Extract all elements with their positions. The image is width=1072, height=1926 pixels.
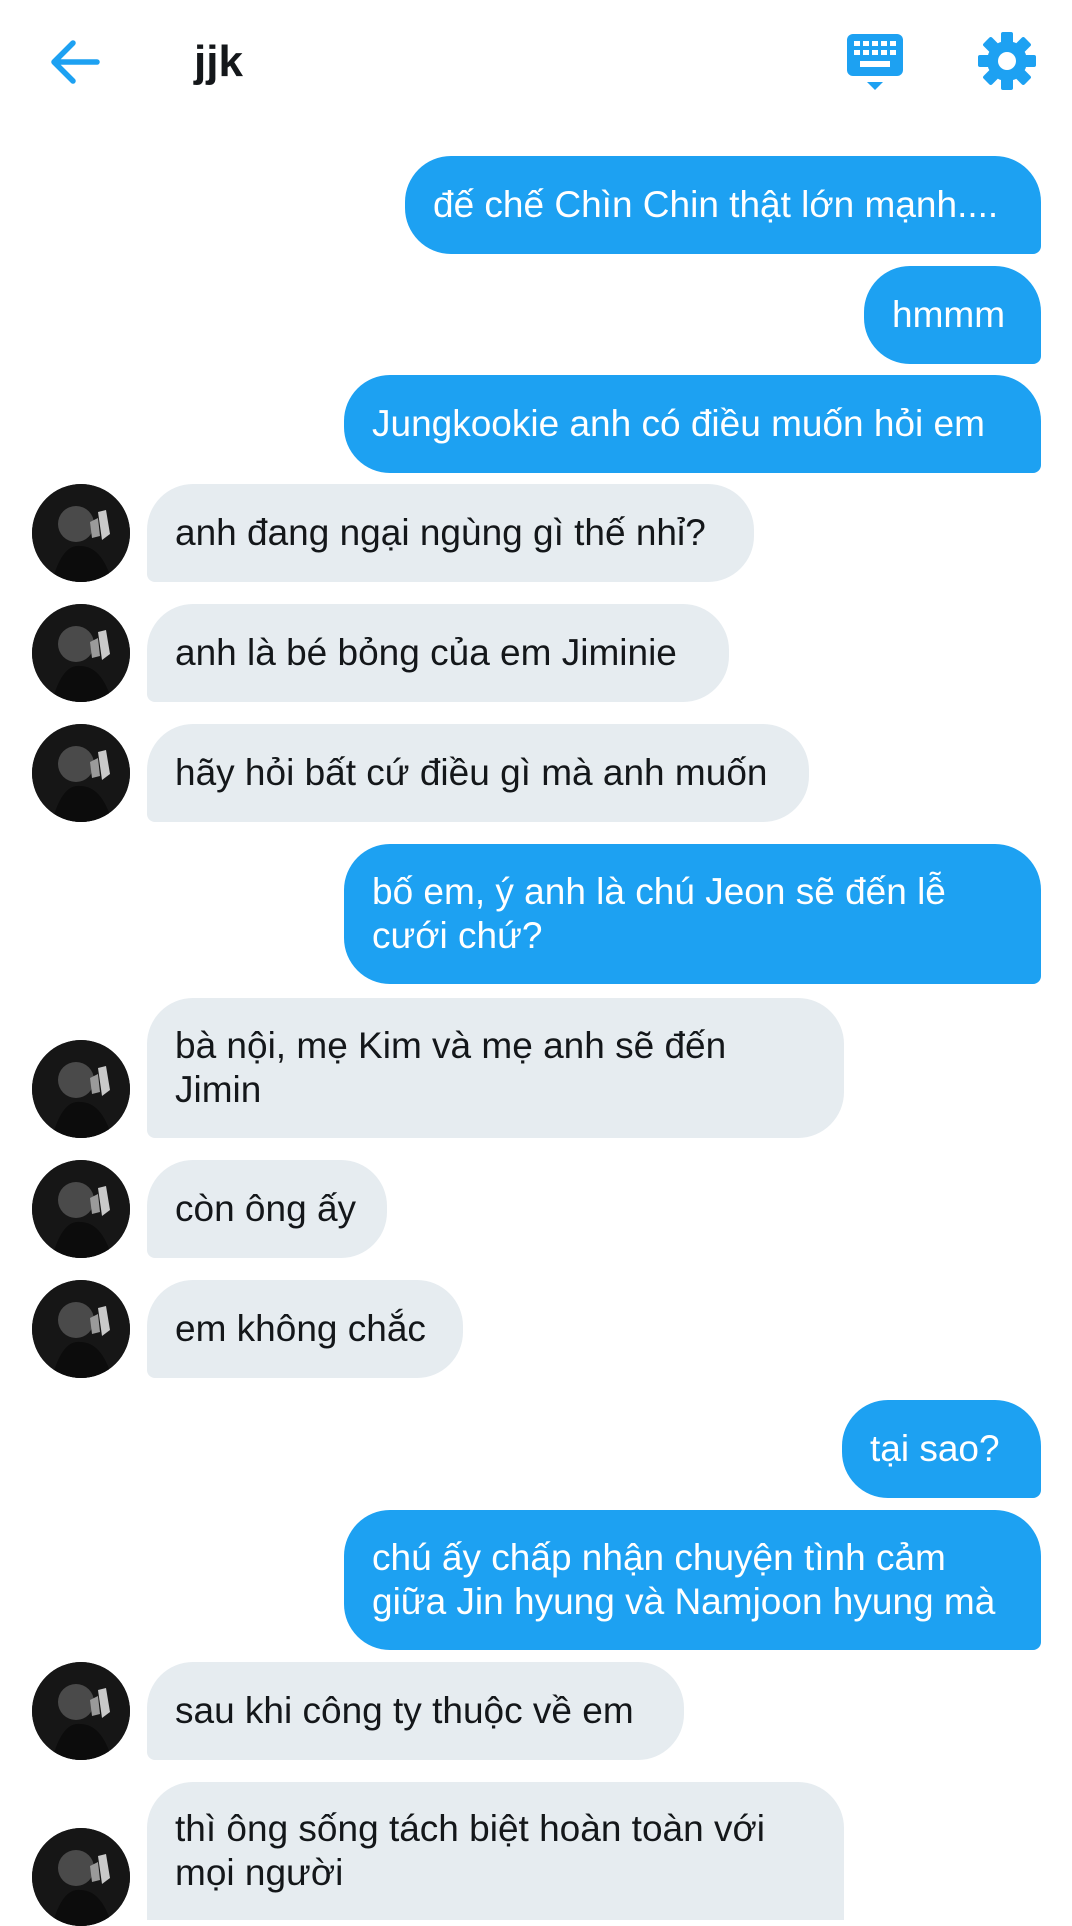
message-text: bà nội, mẹ Kim và mẹ anh sẽ đến Jimin	[175, 1025, 727, 1110]
contact-avatar[interactable]	[32, 724, 130, 822]
avatar-photo-icon	[32, 484, 130, 582]
message-text: hmmm	[892, 294, 1006, 335]
message-text: chú ấy chấp nhận chuyện tình cảm giữa Ji…	[372, 1537, 996, 1622]
avatar-photo-icon	[32, 724, 130, 822]
avatar-photo-icon	[32, 1662, 130, 1760]
keyboard-button[interactable]	[845, 30, 907, 94]
back-button[interactable]	[45, 32, 105, 92]
contact-avatar[interactable]	[32, 1662, 130, 1760]
message-bubble-received[interactable]: bà nội, mẹ Kim và mẹ anh sẽ đến Jimin	[147, 998, 844, 1138]
message-bubble-received[interactable]: em không chắc	[147, 1280, 463, 1378]
message-bubble-received[interactable]: sau khi công ty thuộc về em	[147, 1662, 684, 1760]
message-bubble-received[interactable]: còn ông ấy	[147, 1160, 387, 1258]
conversation-title: jjk	[194, 37, 243, 86]
message-text: còn ông ấy	[175, 1188, 357, 1229]
message-bubble-received[interactable]: anh là bé bỏng của em Jiminie	[147, 604, 729, 702]
gear-icon	[978, 32, 1036, 90]
message-text: anh đang ngại ngùng gì thế nhỉ?	[175, 512, 706, 553]
message-bubble-sent[interactable]: chú ấy chấp nhận chuyện tình cảm giữa Ji…	[344, 1510, 1041, 1650]
message-bubble-received[interactable]: hãy hỏi bất cứ điều gì mà anh muốn	[147, 724, 809, 822]
message-bubble-received[interactable]: anh đang ngại ngùng gì thế nhỉ?	[147, 484, 754, 582]
avatar-photo-icon	[32, 604, 130, 702]
message-text: hãy hỏi bất cứ điều gì mà anh muốn	[175, 752, 768, 793]
message-text: sau khi công ty thuộc về em	[175, 1690, 634, 1731]
message-text: thì ông sống tách biệt hoàn toàn với mọi…	[175, 1808, 765, 1893]
avatar-photo-icon	[32, 1828, 130, 1926]
conversation-header: jjk	[0, 0, 1072, 125]
contact-avatar[interactable]	[32, 1828, 130, 1926]
contact-avatar[interactable]	[32, 1280, 130, 1378]
contact-avatar[interactable]	[32, 484, 130, 582]
avatar-photo-icon	[32, 1040, 130, 1138]
avatar-photo-icon	[32, 1280, 130, 1378]
settings-button[interactable]	[976, 30, 1038, 92]
message-bubble-sent[interactable]: tại sao?	[842, 1400, 1041, 1498]
message-text: bố em, ý anh là chú Jeon sẽ đến lễ cưới …	[372, 871, 946, 956]
message-bubble-received[interactable]: thì ông sống tách biệt hoàn toàn với mọi…	[147, 1782, 844, 1920]
message-text: em không chắc	[175, 1308, 426, 1349]
message-bubble-sent[interactable]: bố em, ý anh là chú Jeon sẽ đến lễ cưới …	[344, 844, 1041, 984]
arrow-left-icon	[51, 40, 100, 84]
message-text: tại sao?	[870, 1428, 1000, 1469]
contact-avatar[interactable]	[32, 1160, 130, 1258]
avatar-photo-icon	[32, 1160, 130, 1258]
message-text: Jungkookie anh có điều muốn hỏi em	[372, 403, 985, 444]
contact-avatar[interactable]	[32, 604, 130, 702]
message-bubble-sent[interactable]: đế chế Chìn Chin thật lớn mạnh....	[405, 156, 1041, 254]
message-text: đế chế Chìn Chin thật lớn mạnh....	[433, 184, 999, 225]
keyboard-icon	[847, 34, 903, 90]
message-text: anh là bé bỏng của em Jiminie	[175, 632, 677, 673]
contact-avatar[interactable]	[32, 1040, 130, 1138]
message-bubble-sent[interactable]: hmmm	[864, 266, 1041, 364]
message-bubble-sent[interactable]: Jungkookie anh có điều muốn hỏi em	[344, 375, 1041, 473]
